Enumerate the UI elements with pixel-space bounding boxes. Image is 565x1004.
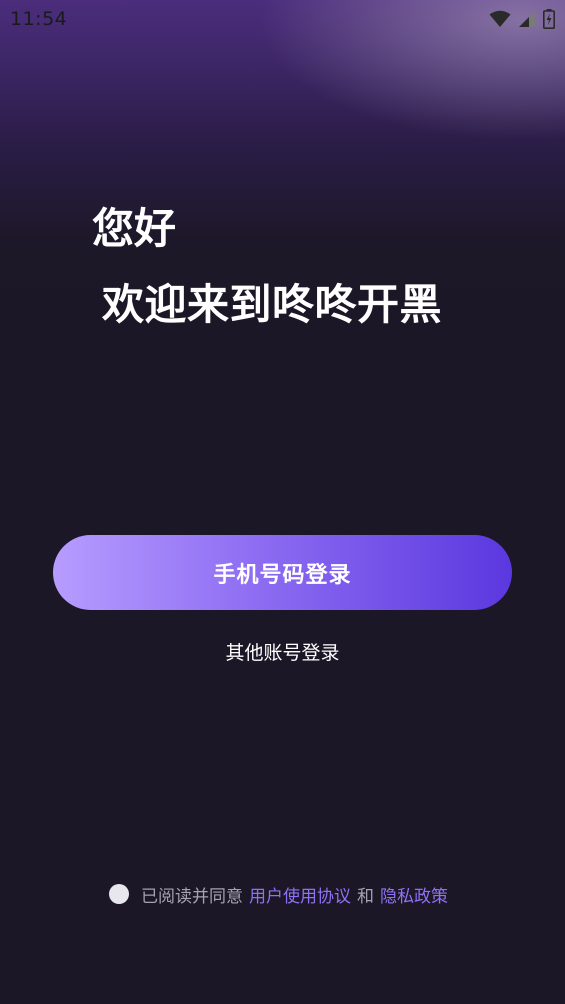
privacy-policy-link[interactable]: 隐私政策 — [380, 882, 448, 907]
cellular-signal-icon — [518, 10, 536, 28]
phone-login-button[interactable]: 手机号码登录 — [53, 535, 512, 610]
agreement-conjunction: 和 — [357, 886, 374, 907]
other-account-login-link[interactable]: 其他账号登录 — [0, 638, 565, 665]
wifi-icon — [489, 10, 511, 28]
status-time: 11:54 — [10, 8, 68, 30]
agreement-radio[interactable] — [109, 884, 129, 904]
user-agreement-link[interactable]: 用户使用协议 — [249, 882, 351, 907]
login-screen: 11:54 您好 欢迎来到咚咚开黑 手机号码登录 其他账号登录 已阅读并同意 用… — [0, 0, 565, 1004]
agreement-row: 已阅读并同意 用户使用协议 和 隐私政策 — [109, 881, 448, 907]
status-bar: 11:54 — [0, 0, 565, 38]
battery-charging-icon — [543, 9, 555, 29]
phone-login-label: 手机号码登录 — [213, 562, 352, 588]
welcome-title: 欢迎来到咚咚开黑 — [102, 280, 443, 329]
status-icons — [489, 9, 555, 29]
agreement-prefix: 已阅读并同意 — [141, 886, 243, 907]
greeting-title: 您好 — [92, 204, 177, 253]
